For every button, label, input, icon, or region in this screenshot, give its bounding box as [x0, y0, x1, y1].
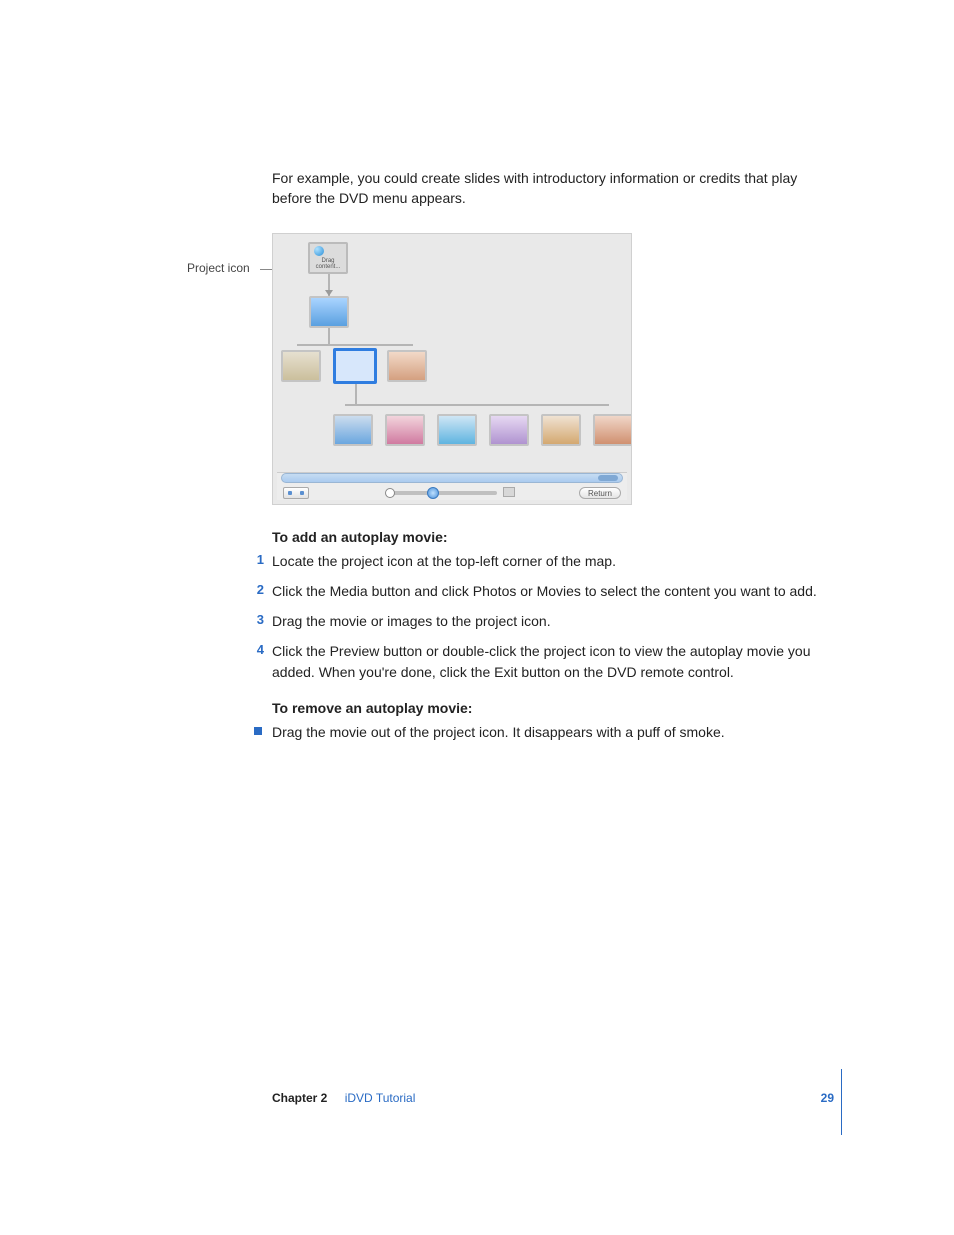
- step-text: Locate the project icon at the top-left …: [272, 551, 616, 571]
- movie-thumbnail: [333, 414, 373, 446]
- heading-add-autoplay: To add an autoplay movie:: [272, 529, 834, 545]
- steps-add-autoplay: 1Locate the project icon at the top-left…: [272, 551, 834, 682]
- bullets-remove-autoplay: Drag the movie out of the project icon. …: [272, 722, 834, 742]
- step-text: Click the Preview button or double-click…: [272, 641, 834, 682]
- connector: [355, 384, 357, 404]
- arrow-down-icon: [325, 290, 333, 296]
- page-footer: Chapter 2 iDVD Tutorial 29: [272, 1091, 834, 1105]
- return-button: Return: [579, 487, 621, 499]
- step-item: 2Click the Media button and click Photos…: [272, 581, 834, 601]
- map-screenshot: Drag content... ◂ ▸ Return: [272, 233, 632, 505]
- footer-page-number: 29: [821, 1091, 834, 1105]
- bullet-text: Drag the movie out of the project icon. …: [272, 722, 725, 742]
- map-toolbar: ◂ ▸ Return: [277, 472, 627, 500]
- step-text: Drag the movie or images to the project …: [272, 611, 551, 631]
- map-figure: Project icon Drag content... ◂ ▸: [272, 233, 834, 505]
- movie-thumbnail: [489, 414, 529, 446]
- menu-thumbnail: [387, 350, 427, 382]
- step-number: 4: [246, 641, 264, 682]
- step-number: 1: [246, 551, 264, 571]
- connector: [345, 404, 609, 406]
- zoom-slider: [387, 491, 497, 495]
- horizontal-scrollbar: ◂ ▸: [281, 473, 623, 483]
- footer-rule: [841, 1069, 842, 1135]
- bullet-square-icon: [254, 727, 262, 735]
- heading-remove-autoplay: To remove an autoplay movie:: [272, 700, 834, 716]
- project-icon-tile: Drag content...: [308, 242, 348, 274]
- step-number: 3: [246, 611, 264, 631]
- step-item: 3Drag the movie or images to the project…: [272, 611, 834, 631]
- step-number: 2: [246, 581, 264, 601]
- movie-thumbnail: [541, 414, 581, 446]
- connector: [297, 344, 413, 346]
- intro-paragraph: For example, you could create slides wit…: [272, 168, 834, 209]
- menu-thumbnail: [281, 350, 321, 382]
- footer-chapter-label: Chapter 2: [272, 1091, 327, 1105]
- step-text: Click the Media button and click Photos …: [272, 581, 817, 601]
- menu-thumbnail-selected: [333, 348, 377, 384]
- movie-thumbnail: [437, 414, 477, 446]
- movie-thumbnail: [593, 414, 632, 446]
- bullet-item: Drag the movie out of the project icon. …: [272, 722, 834, 742]
- callout-project-icon-label: Project icon: [187, 261, 250, 275]
- footer-title: iDVD Tutorial: [345, 1091, 416, 1105]
- connector: [328, 328, 330, 344]
- step-item: 1Locate the project icon at the top-left…: [272, 551, 834, 571]
- movie-thumbnail: [385, 414, 425, 446]
- view-toggle-icon: [283, 487, 309, 499]
- menu-thumbnail: [309, 296, 349, 328]
- scroll-arrows-icon: ◂ ▸: [605, 474, 618, 483]
- step-item: 4Click the Preview button or double-clic…: [272, 641, 834, 682]
